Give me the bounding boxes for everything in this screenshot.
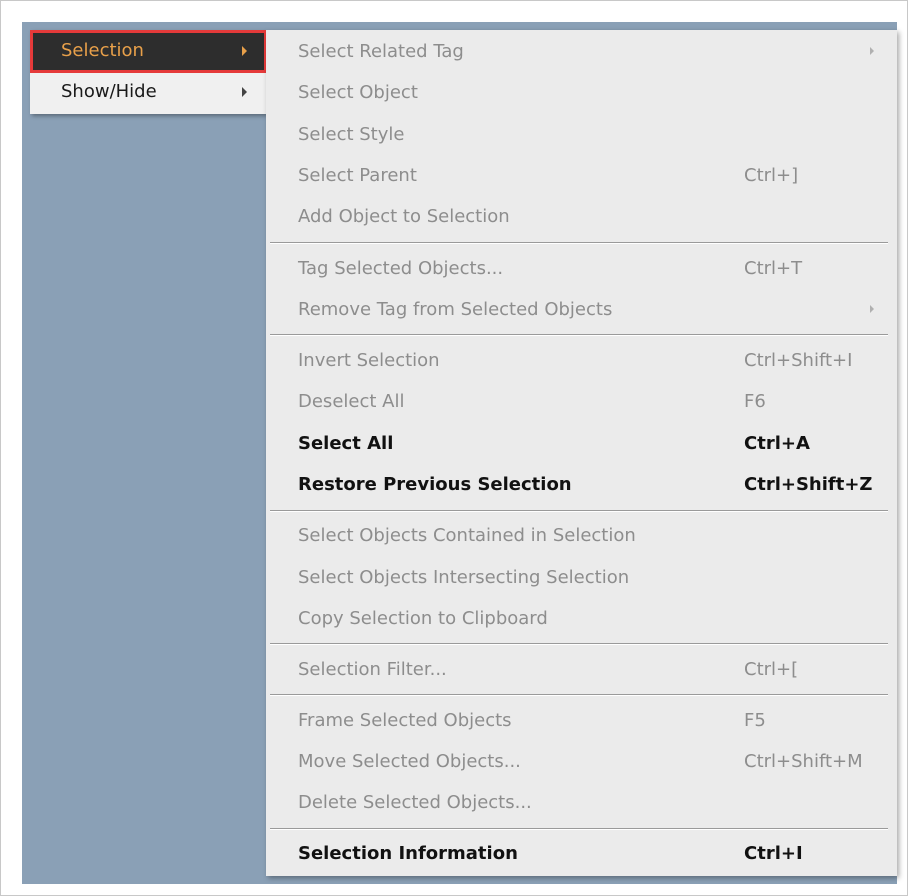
menu-item-select-parent[interactable]: Select Parent Ctrl+]	[266, 155, 897, 196]
menu-item-shortcut: Ctrl+Shift+Z	[744, 474, 873, 495]
menu-item-selection[interactable]: Selection	[30, 30, 266, 71]
menu-item-label: Select Related Tag	[298, 41, 464, 62]
menu-item-shortcut: Ctrl+I	[744, 843, 803, 864]
menu-item-label: Remove Tag from Selected Objects	[298, 299, 613, 320]
menu-item-label: Show/Hide	[61, 81, 157, 102]
menu-item-tag-selected-objects[interactable]: Tag Selected Objects... Ctrl+T	[266, 248, 897, 289]
menu-item-selection-information[interactable]: Selection Information Ctrl+I	[266, 833, 897, 874]
menu-item-select-object[interactable]: Select Object	[266, 72, 897, 113]
menu-item-restore-previous-selection[interactable]: Restore Previous Selection Ctrl+Shift+Z	[266, 464, 897, 505]
menu-item-label: Move Selected Objects...	[298, 751, 521, 772]
menu-separator	[270, 334, 888, 336]
chevron-right-icon	[242, 46, 247, 56]
menu-item-selection-filter[interactable]: Selection Filter... Ctrl+[	[266, 649, 897, 690]
menu-item-copy-selection-to-clipboard[interactable]: Copy Selection to Clipboard	[266, 598, 897, 639]
menu-item-frame-selected-objects[interactable]: Frame Selected Objects F5	[266, 700, 897, 741]
menu-item-shortcut: Ctrl+A	[744, 433, 810, 454]
menu-item-shortcut: Ctrl+Shift+M	[744, 751, 863, 772]
menu-item-label: Selection Filter...	[298, 659, 447, 680]
menu-item-label: Selection Information	[298, 843, 518, 864]
menu-item-label: Tag Selected Objects...	[298, 258, 504, 279]
menu-item-select-objects-intersecting[interactable]: Select Objects Intersecting Selection	[266, 557, 897, 598]
chevron-right-icon	[870, 47, 874, 55]
menu-item-select-objects-contained[interactable]: Select Objects Contained in Selection	[266, 515, 897, 556]
menu-separator	[270, 828, 888, 830]
menu-separator	[270, 510, 888, 512]
menu-item-show-hide[interactable]: Show/Hide	[30, 71, 266, 112]
menu-separator	[270, 643, 888, 645]
menu-separator	[270, 694, 888, 696]
menu-item-label: Restore Previous Selection	[298, 474, 572, 495]
menu-item-label: Select Objects Contained in Selection	[298, 525, 636, 546]
menu-item-label: Select Parent	[298, 165, 417, 186]
chevron-right-icon	[242, 87, 247, 97]
menu-item-label: Select All	[298, 433, 394, 454]
menu-item-label: Invert Selection	[298, 350, 440, 371]
menu-item-label: Delete Selected Objects...	[298, 792, 532, 813]
menu-item-label: Add Object to Selection	[298, 206, 510, 227]
menu-item-label: Select Object	[298, 82, 418, 103]
menu-item-label: Selection	[61, 40, 144, 61]
menu-item-label: Copy Selection to Clipboard	[298, 608, 548, 629]
menu-item-remove-tag[interactable]: Remove Tag from Selected Objects	[266, 289, 897, 330]
menu-item-select-style[interactable]: Select Style	[266, 114, 897, 155]
menu-item-label: Deselect All	[298, 391, 405, 412]
menu-item-shortcut: F5	[744, 710, 766, 731]
menu-item-label: Frame Selected Objects	[298, 710, 512, 731]
parent-menu: Selection Show/Hide	[30, 30, 266, 114]
menu-item-invert-selection[interactable]: Invert Selection Ctrl+Shift+I	[266, 340, 897, 381]
menu-item-move-selected-objects[interactable]: Move Selected Objects... Ctrl+Shift+M	[266, 741, 897, 782]
menu-item-shortcut: Ctrl+]	[744, 165, 799, 186]
menu-item-label: Select Style	[298, 124, 405, 145]
selection-submenu: Select Related Tag Select Object Select …	[266, 30, 897, 876]
chevron-right-icon	[870, 305, 874, 313]
menu-item-select-all[interactable]: Select All Ctrl+A	[266, 423, 897, 464]
menu-item-shortcut: Ctrl+T	[744, 258, 803, 279]
menu-item-label: Select Objects Intersecting Selection	[298, 567, 630, 588]
menu-item-select-related-tag[interactable]: Select Related Tag	[266, 31, 897, 72]
menu-item-shortcut: F6	[744, 391, 766, 412]
menu-item-deselect-all[interactable]: Deselect All F6	[266, 381, 897, 422]
menu-item-shortcut: Ctrl+[	[744, 659, 799, 680]
menu-item-add-object-to-selection[interactable]: Add Object to Selection	[266, 196, 897, 237]
menu-separator	[270, 242, 888, 244]
menu-item-shortcut: Ctrl+Shift+I	[744, 350, 853, 371]
menu-item-delete-selected-objects[interactable]: Delete Selected Objects...	[266, 782, 897, 823]
